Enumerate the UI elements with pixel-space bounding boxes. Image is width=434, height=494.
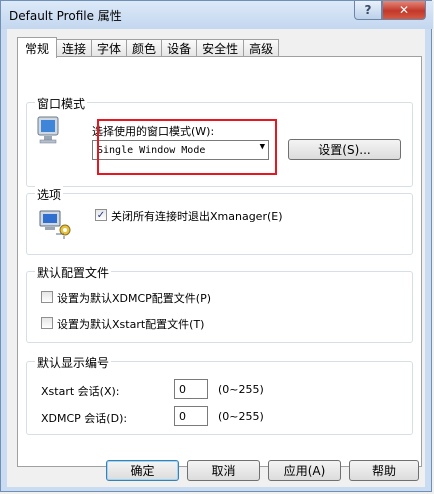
tab-connection[interactable]: 连接 bbox=[56, 39, 93, 57]
default-display-label: 默认显示编号 bbox=[35, 354, 112, 371]
options-label: 选项 bbox=[35, 186, 64, 203]
default-xdmcp-label[interactable]: 设置为默认XDMCP配置文件(P) bbox=[57, 290, 211, 306]
tab-device[interactable]: 设备 bbox=[161, 39, 198, 57]
general-panel: 窗口模式 选择使用的窗口模式(W): Single Window Mode ▼ … bbox=[17, 56, 422, 467]
xdmcp-session-label: XDMCP 会话(D): bbox=[41, 412, 128, 425]
help-button[interactable]: 帮助 bbox=[349, 460, 419, 481]
highlight-annotation bbox=[97, 119, 277, 175]
options-group: 选项 bbox=[26, 186, 413, 255]
cancel-button[interactable]: 取消 bbox=[187, 460, 260, 481]
tab-advanced[interactable]: 高级 bbox=[243, 39, 280, 57]
xdmcp-session-input[interactable]: 0 bbox=[174, 406, 208, 426]
title-bar[interactable]: Default Profile 属性 ? ✕ bbox=[1, 1, 433, 29]
close-exit-checkbox[interactable]: ✓ bbox=[95, 209, 107, 221]
tab-color[interactable]: 颜色 bbox=[126, 39, 163, 57]
close-icon[interactable]: ✕ bbox=[382, 1, 426, 20]
apply-button[interactable]: 应用(A) bbox=[268, 460, 341, 481]
xdmcp-session-range: (0~255) bbox=[218, 410, 264, 423]
dialog-client: 常规 连接 字体 颜色 设备 安全性 高级 窗口模式 选择使用的窗口模式(W):… bbox=[7, 29, 425, 487]
default-xstart-checkbox[interactable] bbox=[41, 317, 53, 329]
ok-button[interactable]: 确定 bbox=[106, 460, 179, 481]
tab-font[interactable]: 字体 bbox=[91, 39, 128, 57]
network-computer-icon bbox=[39, 210, 71, 239]
xstart-session-input[interactable]: 0 bbox=[174, 379, 208, 399]
tab-security[interactable]: 安全性 bbox=[196, 39, 245, 57]
xstart-session-label: Xstart 会话(X): bbox=[41, 385, 120, 398]
tab-general[interactable]: 常规 bbox=[17, 37, 58, 58]
default-config-group: 默认配置文件 bbox=[26, 264, 413, 343]
window-mode-label: 窗口模式 bbox=[35, 95, 88, 112]
monitor-icon bbox=[37, 116, 59, 144]
tab-strip: 常规 连接 字体 颜色 设备 安全性 高级 bbox=[17, 37, 280, 58]
help-icon[interactable]: ? bbox=[354, 1, 382, 20]
default-xdmcp-checkbox[interactable] bbox=[41, 291, 53, 303]
window-title: Default Profile 属性 bbox=[9, 9, 122, 23]
close-exit-label[interactable]: 关闭所有连接时退出Xmanager(E) bbox=[111, 208, 283, 224]
settings-button[interactable]: 设置(S)... bbox=[288, 139, 401, 160]
default-xstart-label[interactable]: 设置为默认Xstart配置文件(T) bbox=[57, 316, 204, 332]
properties-dialog: Default Profile 属性 ? ✕ 常规 连接 字体 颜色 设备 安全… bbox=[0, 0, 433, 492]
default-config-label: 默认配置文件 bbox=[35, 264, 112, 281]
xstart-session-range: (0~255) bbox=[218, 383, 264, 396]
